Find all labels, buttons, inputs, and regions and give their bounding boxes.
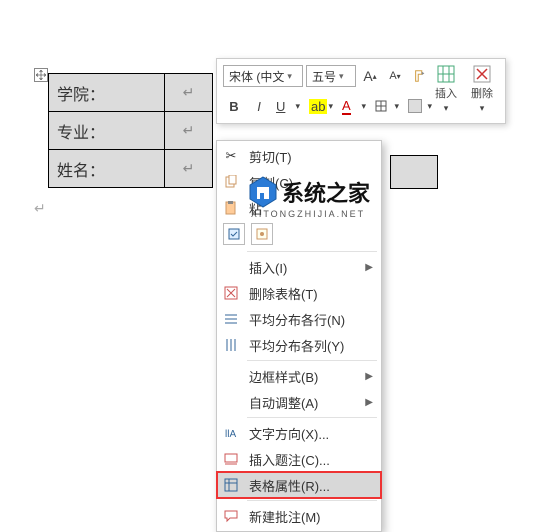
cell-return[interactable]: ↵	[165, 74, 213, 112]
chevron-down-icon: ▾	[339, 71, 344, 82]
menu-separator	[247, 360, 377, 361]
bold-button[interactable]: B	[223, 95, 245, 117]
delete-button[interactable]: 删除▾	[465, 63, 499, 115]
table-row: 学院： ↵	[49, 74, 213, 112]
document-canvas: 学院： ↵ 专业： ↵ 姓名： ↵ ↵	[0, 0, 544, 20]
insert-button[interactable]: 插入▾	[429, 63, 463, 115]
menu-distribute-rows[interactable]: 平均分布各行(N)	[217, 306, 381, 332]
menu-cut[interactable]: ✂ 剪切(T)	[217, 143, 381, 169]
table-cell-fragment[interactable]	[390, 155, 438, 189]
menu-separator	[247, 500, 377, 501]
menu-paste-options[interactable]: 粘	[217, 195, 381, 221]
copy-icon	[221, 172, 241, 192]
cell-return[interactable]: ↵	[165, 150, 213, 188]
menu-insert[interactable]: 插入(I)▶	[217, 254, 381, 280]
menu-separator	[247, 417, 377, 418]
submenu-arrow-icon: ▶	[365, 371, 373, 382]
menu-autofit[interactable]: 自动调整(A)▶	[217, 389, 381, 415]
table-properties-icon	[221, 475, 241, 495]
menu-insert-caption[interactable]: 插入题注(C)...	[217, 446, 381, 472]
paste-option-keep[interactable]	[223, 223, 245, 245]
cell-label[interactable]: 姓名：	[49, 150, 165, 188]
table-anchor-icon[interactable]	[34, 68, 48, 82]
context-menu: ✂ 剪切(T) 复制(C) 粘 插入(I)▶ 删除表格(T) 平均分布各行(N)…	[216, 140, 382, 532]
mini-toolbar: 宋体 (中文▾ 五号▾ A▴ A▾ B I U▾ ab▾ A▾ ▾ ▾ 插入▾ …	[216, 58, 506, 124]
text-direction-icon: llA	[221, 423, 241, 443]
grow-font-button[interactable]: A▴	[359, 65, 381, 87]
menu-table-properties[interactable]: 表格属性(R)...	[217, 472, 381, 498]
shrink-font-button[interactable]: A▾	[384, 65, 406, 87]
document-table[interactable]: 学院： ↵ 专业： ↵ 姓名： ↵	[48, 73, 213, 188]
cell-label[interactable]: 学院：	[49, 74, 165, 112]
paste-icon	[221, 198, 241, 218]
cell-return[interactable]: ↵	[165, 112, 213, 150]
cell-label[interactable]: 专业：	[49, 112, 165, 150]
italic-button[interactable]: I	[248, 95, 270, 117]
menu-separator	[247, 251, 377, 252]
paste-options-row	[217, 221, 381, 249]
chevron-down-icon: ▾	[287, 71, 292, 82]
menu-new-comment[interactable]: 新建批注(M)	[217, 503, 381, 529]
table-row: 姓名： ↵	[49, 150, 213, 188]
menu-copy[interactable]: 复制(C)	[217, 169, 381, 195]
paste-option-merge[interactable]	[251, 223, 273, 245]
caption-icon	[221, 449, 241, 469]
paragraph-mark: ↵	[34, 200, 46, 217]
highlight-button[interactable]: ab▾	[306, 95, 336, 117]
submenu-arrow-icon: ▶	[365, 397, 373, 408]
font-size-select[interactable]: 五号▾	[306, 65, 356, 87]
border-button[interactable]: ▾	[372, 95, 402, 117]
underline-button[interactable]: U▾	[273, 95, 303, 117]
menu-distribute-cols[interactable]: 平均分布各列(Y)	[217, 332, 381, 358]
menu-border-style[interactable]: 边框样式(B)▶	[217, 363, 381, 389]
comment-icon	[221, 506, 241, 526]
font-color-button[interactable]: A▾	[339, 95, 369, 117]
delete-table-icon	[221, 283, 241, 303]
svg-text:llA: llA	[225, 429, 236, 440]
menu-text-direction[interactable]: llA 文字方向(X)...	[217, 420, 381, 446]
distribute-rows-icon	[221, 309, 241, 329]
distribute-cols-icon	[221, 335, 241, 355]
menu-delete-table[interactable]: 删除表格(T)	[217, 280, 381, 306]
font-family-select[interactable]: 宋体 (中文▾	[223, 65, 303, 87]
table-row: 专业： ↵	[49, 112, 213, 150]
submenu-arrow-icon: ▶	[365, 262, 373, 273]
format-painter-button[interactable]	[409, 65, 431, 87]
scissors-icon: ✂	[221, 146, 241, 166]
